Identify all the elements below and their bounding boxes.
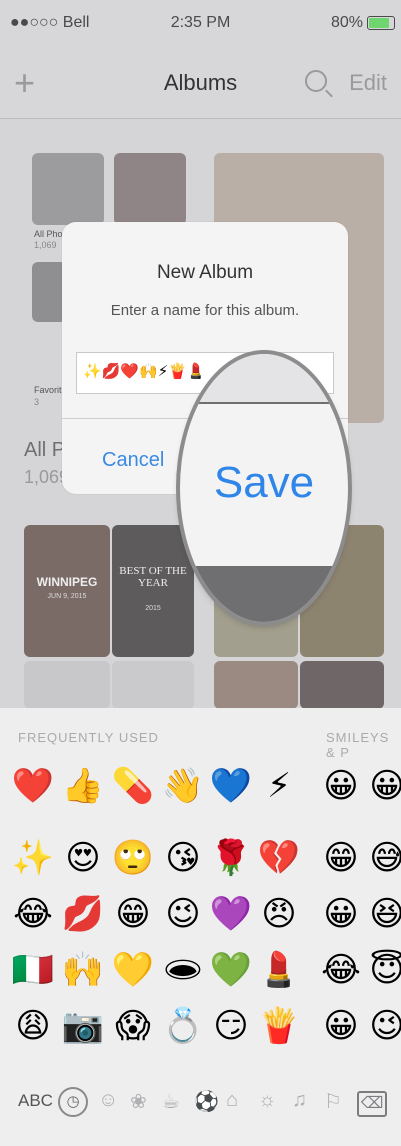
emoji-key[interactable]: 😉 [158,894,208,934]
emoji-key[interactable]: 😱 [108,1006,158,1046]
emoji-key[interactable]: 😀 [316,1006,366,1046]
category-frequently-used: FREQUENTLY USED [18,730,159,745]
emoji-key[interactable]: 😩 [8,1006,58,1046]
emoji-key[interactable]: 🌹 [206,838,256,878]
save-button[interactable]: Save [180,458,348,508]
abc-key[interactable]: ABC [18,1091,53,1111]
emoji-key[interactable]: ❤️ [8,766,58,806]
emoji-key[interactable]: 🙄 [108,838,158,878]
smileys-category-icon[interactable]: ☺ [98,1089,118,1112]
emoji-key[interactable]: ✨ [8,838,58,878]
emoji-key[interactable]: 💋 [58,894,108,934]
emoji-key[interactable]: 📷 [58,1006,108,1046]
emoji-key[interactable]: 😂 [8,894,58,934]
album-thumb[interactable] [112,661,194,709]
battery-percent: 80% [330,14,363,31]
album-small-count: 3 [34,397,40,407]
emoji-key[interactable]: ⚡ [254,766,304,806]
album-thumb[interactable] [114,153,186,225]
album-thumb[interactable] [24,661,110,709]
nav-bar: + Albums Edit [0,48,401,119]
keyboard-category-bar: ABC ◷ ☺ ❀ ☕ ⚽ ⌂ ☼ ♫ ⚐ ⌫ [0,1067,401,1146]
emoji-key[interactable]: 💜 [206,894,256,934]
cancel-button[interactable]: Cancel [102,449,164,472]
search-icon[interactable] [305,70,327,92]
category-smileys: SMILEYS & P [326,730,390,760]
emoji-key[interactable]: 😇 [362,950,401,990]
emoji-key[interactable]: 😏 [206,1006,256,1046]
emoji-key[interactable]: 😘 [158,838,208,878]
album-thumb-winnipeg[interactable]: WINNIPEG JUN 9, 2015 [24,525,110,657]
winnipeg-date: JUN 9, 2015 [47,593,87,600]
best-of-year-label: BEST OF THE YEAR [119,565,187,589]
winnipeg-label: WINNIPEG [36,575,98,589]
emoji-key[interactable]: 🍟 [254,1006,304,1046]
objects-category-icon[interactable]: ☼ [258,1089,276,1112]
album-thumb[interactable] [300,661,384,709]
emoji-key[interactable]: 😀 [362,766,401,806]
symbols-category-icon[interactable]: ♫ [292,1089,307,1112]
emoji-key[interactable]: 😀 [316,766,366,806]
emoji-key[interactable]: 👋 [158,766,208,806]
dialog-subtitle: Enter a name for this album. [110,302,300,319]
emoji-key[interactable]: 💊 [108,766,158,806]
emoji-key[interactable]: 😆 [362,894,401,934]
emoji-key[interactable]: 💍 [158,1006,208,1046]
emoji-key[interactable]: 🙌 [58,950,108,990]
emoji-key[interactable]: 👍 [58,766,108,806]
dialog-title: New Album [156,262,254,283]
recent-category-icon[interactable]: ◷ [58,1087,88,1117]
album-thumb[interactable] [32,262,66,322]
emoji-key[interactable]: 💄 [254,950,304,990]
magnified-input-edge [180,354,348,404]
emoji-key[interactable]: 😀 [316,894,366,934]
battery-icon [367,16,395,30]
edit-button[interactable]: Edit [349,70,387,96]
emoji-key[interactable]: 😅 [362,838,401,878]
delete-key-icon[interactable]: ⌫ [357,1091,387,1117]
album-thumb[interactable] [32,153,104,225]
food-category-icon[interactable]: ☕ [162,1089,180,1114]
emoji-key[interactable]: 🕳 [158,950,208,990]
magnifier-loupe: Save [180,354,348,622]
flags-category-icon[interactable]: ⚐ [324,1089,342,1114]
emoji-key[interactable]: 😍 [58,838,108,878]
status-bar: ●●○○○ Bell 2:35 PM 80% [0,0,401,48]
emoji-key[interactable]: 😂 [316,950,366,990]
album-small-count: 1,069 [34,240,57,250]
emoji-key[interactable]: 💛 [108,950,158,990]
activity-category-icon[interactable]: ⚽ [194,1089,219,1114]
emoji-key[interactable]: 🇮🇹 [8,950,58,990]
travel-category-icon[interactable]: ⌂ [226,1089,238,1112]
animals-category-icon[interactable]: ❀ [130,1089,147,1114]
emoji-key[interactable]: 💔 [254,838,304,878]
emoji-key[interactable]: 😉 [362,1006,401,1046]
magnified-background [180,566,348,622]
album-thumb[interactable] [214,661,298,709]
emoji-key[interactable]: 💚 [206,950,256,990]
page-title: Albums [163,70,238,95]
emoji-key[interactable]: 😠 [254,894,304,934]
emoji-key[interactable]: 💙 [206,766,256,806]
emoji-key[interactable]: 😁 [316,838,366,878]
emoji-key[interactable]: 😁 [108,894,158,934]
